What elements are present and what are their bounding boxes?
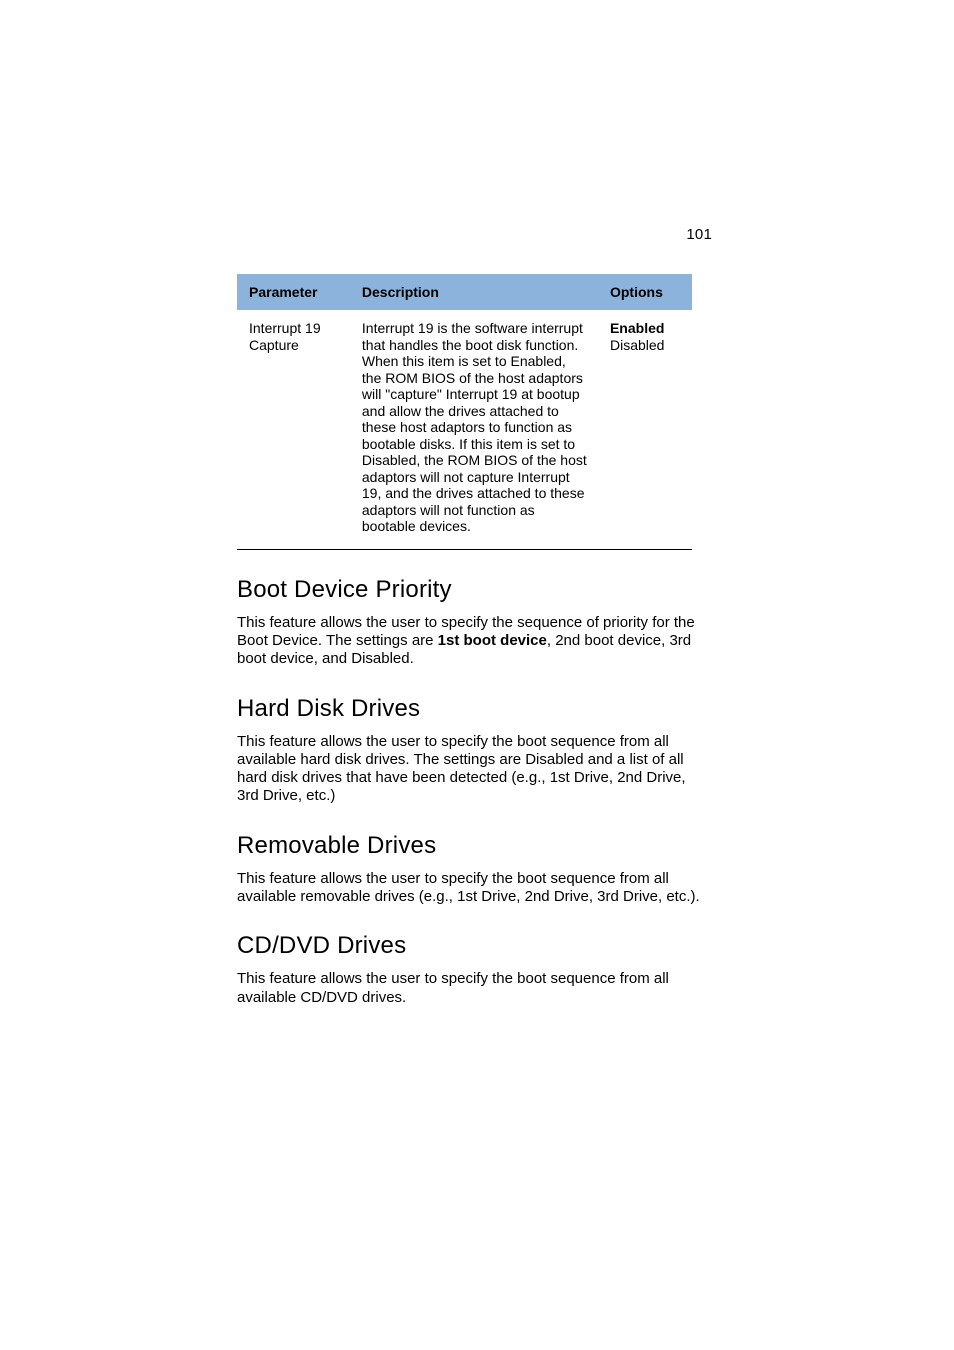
cell-description: Interrupt 19 is the software interrupt t… [350,310,598,549]
th-parameter: Parameter [237,274,350,310]
heading-hard-disk-drives: Hard Disk Drives [237,695,712,723]
para-cd-dvd-drives: This feature allows the user to specify … [237,970,707,1007]
para-hard-disk-drives: This feature allows the user to specify … [237,733,707,806]
para-removable-drives: This feature allows the user to specify … [237,870,707,907]
heading-removable-drives: Removable Drives [237,832,712,860]
th-description: Description [350,274,598,310]
table-row: Interrupt 19 Capture Interrupt 19 is the… [237,310,692,549]
th-options: Options [598,274,692,310]
option-disabled: Disabled [610,337,664,353]
parameter-table: Parameter Description Options Interrupt … [237,274,692,550]
page: 101 Parameter Description Options Interr… [0,0,954,1350]
heading-boot-device-priority: Boot Device Priority [237,576,712,604]
table-header-row: Parameter Description Options [237,274,692,310]
page-number: 101 [686,226,712,243]
cell-parameter: Interrupt 19 Capture [237,310,350,549]
bold-first-boot: 1st boot device [438,632,547,649]
cell-options: Enabled Disabled [598,310,692,549]
para-boot-device-priority: This feature allows the user to specify … [237,614,707,669]
heading-cd-dvd-drives: CD/DVD Drives [237,932,712,960]
content-area: Parameter Description Options Interrupt … [237,274,712,1007]
option-enabled: Enabled [610,320,682,337]
